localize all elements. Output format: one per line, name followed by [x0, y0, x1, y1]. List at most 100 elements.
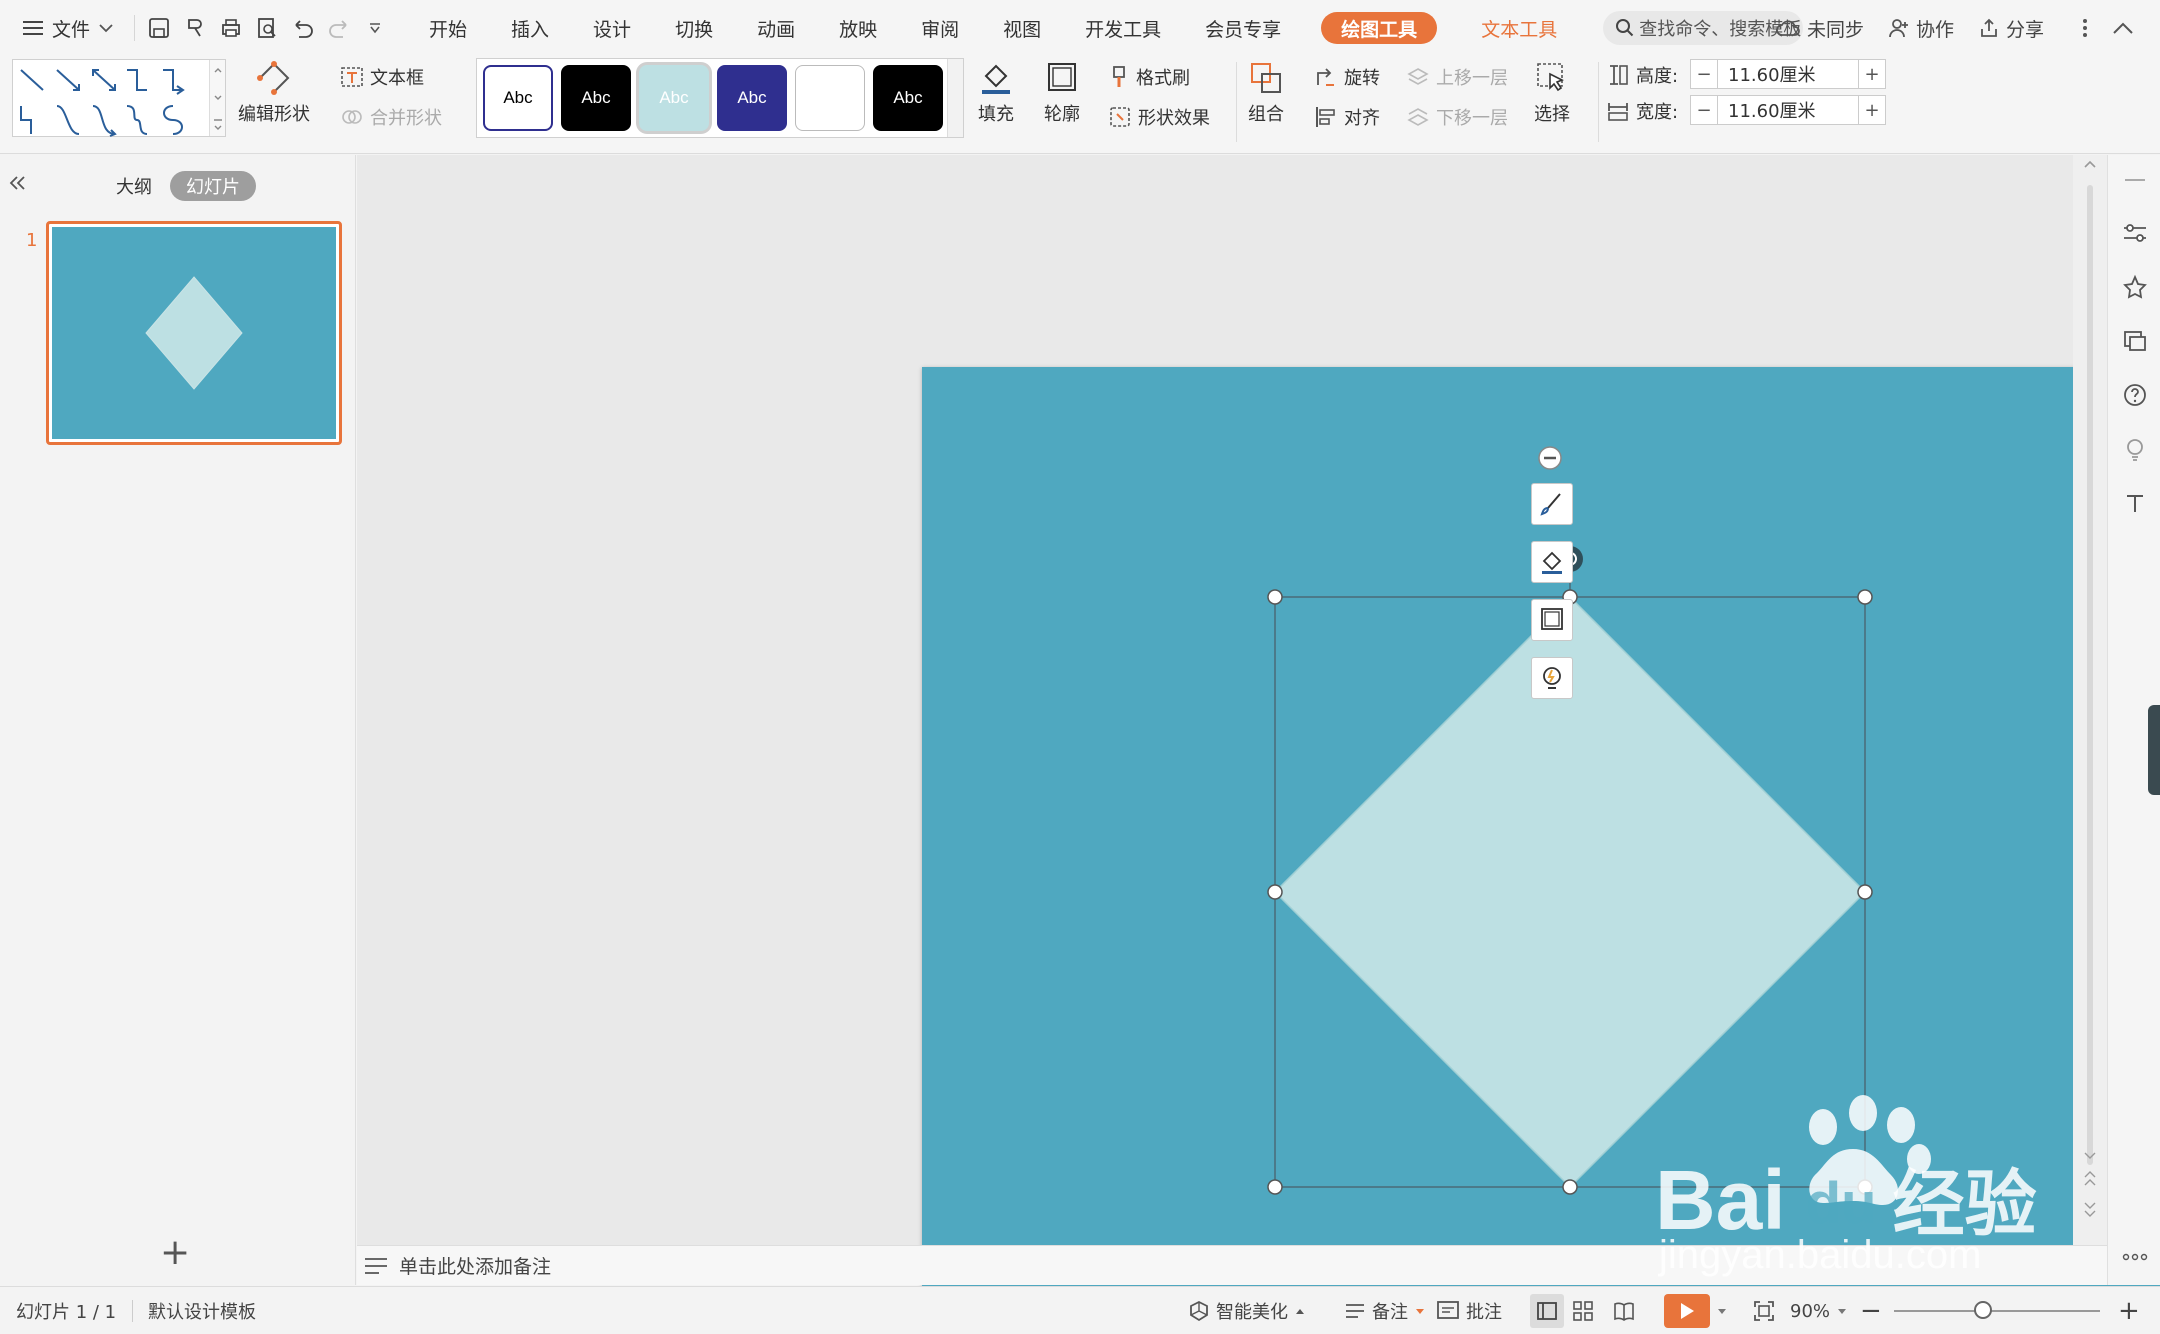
format-icon[interactable] [177, 10, 213, 46]
sync-status[interactable]: 未同步 [1763, 8, 1876, 48]
share-icon [1981, 18, 1997, 37]
float-style-button[interactable] [1531, 483, 1573, 525]
editing-canvas[interactable] [357, 155, 2160, 1334]
tab-review[interactable]: 审阅 [899, 8, 981, 48]
float-fill-button[interactable] [1531, 541, 1573, 583]
align-button[interactable]: 对齐 [1314, 104, 1380, 130]
side-tab-handle[interactable] [2148, 705, 2160, 795]
tab-developer[interactable]: 开发工具 [1063, 8, 1183, 48]
text-format-icon[interactable] [2120, 488, 2150, 518]
more-options-icon[interactable] [2120, 1242, 2150, 1272]
shape-effect-button[interactable]: 形状效果 [1108, 104, 1210, 130]
select-label: 选择 [1534, 104, 1570, 125]
transition-icon[interactable] [2120, 326, 2150, 356]
tab-view[interactable]: 视图 [981, 8, 1063, 48]
tab-outline[interactable]: 大纲 [100, 171, 168, 201]
collapse-float-toolbar-icon[interactable] [1537, 445, 1563, 471]
tab-transition[interactable]: 切换 [653, 8, 735, 48]
tab-design[interactable]: 设计 [571, 8, 653, 48]
share-button[interactable]: 分享 [1966, 8, 2056, 48]
tab-animation[interactable]: 动画 [735, 8, 817, 48]
float-outline-button[interactable] [1531, 599, 1573, 641]
style-label: Abc [659, 88, 689, 107]
more-icon[interactable] [2070, 8, 2100, 48]
undo-icon[interactable] [285, 10, 321, 46]
thumbnail-background [52, 227, 336, 439]
tab-membership[interactable]: 会员专享 [1183, 8, 1303, 48]
zoom-slider-track[interactable] [1894, 1310, 2100, 1312]
fill-bucket-icon [982, 64, 1010, 94]
animation-icon[interactable] [2120, 272, 2150, 302]
merge-shape-label: 合并形状 [370, 108, 442, 129]
comments-button[interactable]: 批注 [1436, 1287, 1502, 1334]
zoom-slider-handle[interactable] [1974, 1301, 1992, 1319]
style-preset-2[interactable]: Abc [561, 65, 631, 131]
height-input[interactable]: 11.60厘米 [1718, 59, 1858, 89]
height-increase-button[interactable]: + [1858, 59, 1886, 89]
width-decrease-button[interactable]: − [1690, 95, 1718, 125]
width-input[interactable]: 11.60厘米 [1718, 95, 1858, 125]
style-label: Abc [503, 88, 533, 107]
properties-icon[interactable] [2120, 218, 2150, 248]
notes-icon [365, 1257, 387, 1274]
group-label: 组合 [1248, 104, 1284, 125]
tab-insert[interactable]: 插入 [489, 8, 571, 48]
outline-button[interactable]: 轮廓 [1044, 60, 1080, 126]
file-label: 文件 [52, 18, 91, 41]
collapse-ribbon-icon[interactable] [2100, 8, 2146, 48]
style-preset-1[interactable]: Abc [483, 65, 553, 131]
save-icon[interactable] [141, 10, 177, 46]
zoom-out-button[interactable]: − [1860, 1287, 1882, 1334]
tab-slides[interactable]: 幻灯片 [170, 171, 256, 201]
design-template[interactable]: 默认设计模板 [148, 1287, 256, 1334]
sorter-view-button[interactable] [1572, 1287, 1594, 1334]
smart-beautify-button[interactable]: 智能美化 [1188, 1287, 1306, 1334]
shape-style-gallery[interactable]: Abc Abc Abc Abc Abc [476, 58, 964, 138]
print-preview-icon[interactable] [249, 10, 285, 46]
rotate-button[interactable]: 旋转 [1314, 64, 1380, 90]
float-effect-button[interactable] [1531, 657, 1573, 699]
zoom-in-button[interactable]: + [2118, 1287, 2140, 1334]
sync-label: 未同步 [1806, 18, 1864, 41]
help-icon[interactable] [2120, 380, 2150, 410]
fit-window-button[interactable] [1752, 1287, 1776, 1334]
group-button[interactable]: 组合 [1248, 60, 1284, 126]
fill-button[interactable]: 填充 [978, 60, 1014, 126]
normal-view-button[interactable] [1530, 1287, 1564, 1334]
line-shapes-icon [20, 69, 185, 137]
tab-text-tools[interactable]: 文本工具 [1459, 8, 1579, 48]
slide-thumbnail[interactable] [46, 221, 342, 445]
height-stepper[interactable]: − 11.60厘米 + [1690, 59, 1886, 89]
tab-slideshow[interactable]: 放映 [817, 8, 899, 48]
width-increase-button[interactable]: + [1858, 95, 1886, 125]
shape-gallery[interactable] [12, 59, 226, 137]
edit-shape-button[interactable]: 编辑形状 [238, 60, 310, 126]
tips-icon[interactable] [2120, 434, 2150, 464]
slideshow-play-button[interactable] [1664, 1287, 1728, 1334]
file-menu[interactable]: 文件 [8, 8, 128, 48]
style-preset-5[interactable] [795, 65, 865, 131]
format-painter-button[interactable]: 格式刷 [1108, 64, 1190, 90]
tab-start[interactable]: 开始 [407, 8, 489, 48]
select-button[interactable]: 选择 [1534, 60, 1570, 126]
text-box-icon [341, 67, 363, 87]
tab-drawing-tools[interactable]: 绘图工具 [1321, 12, 1438, 44]
text-box-button[interactable]: 文本框 [340, 64, 424, 90]
style-preset-6[interactable]: Abc [873, 65, 943, 131]
layer-up-icon [1407, 68, 1429, 85]
height-decrease-button[interactable]: − [1690, 59, 1718, 89]
style-preset-3-selected[interactable]: Abc [639, 65, 709, 131]
print-icon[interactable] [213, 10, 249, 46]
notes-toggle-button[interactable]: 备注 [1344, 1287, 1426, 1334]
customize-toolbar-icon[interactable] [357, 10, 393, 46]
style-gallery-scroll[interactable] [947, 59, 963, 137]
vertical-scrollbar[interactable] [2073, 155, 2107, 1245]
style-preset-4[interactable]: Abc [717, 65, 787, 131]
baidu-watermark: Bai du 经验 jingyan.baidu.com [1655, 1095, 2055, 1277]
zoom-level[interactable]: 90% [1790, 1287, 1848, 1334]
collaborate-button[interactable]: 协作 [1876, 8, 1966, 48]
gallery-scrollbar[interactable] [209, 60, 225, 136]
reading-view-button[interactable] [1612, 1287, 1636, 1334]
width-stepper[interactable]: − 11.60厘米 + [1690, 95, 1886, 125]
add-slide-button[interactable]: + [160, 1235, 190, 1271]
